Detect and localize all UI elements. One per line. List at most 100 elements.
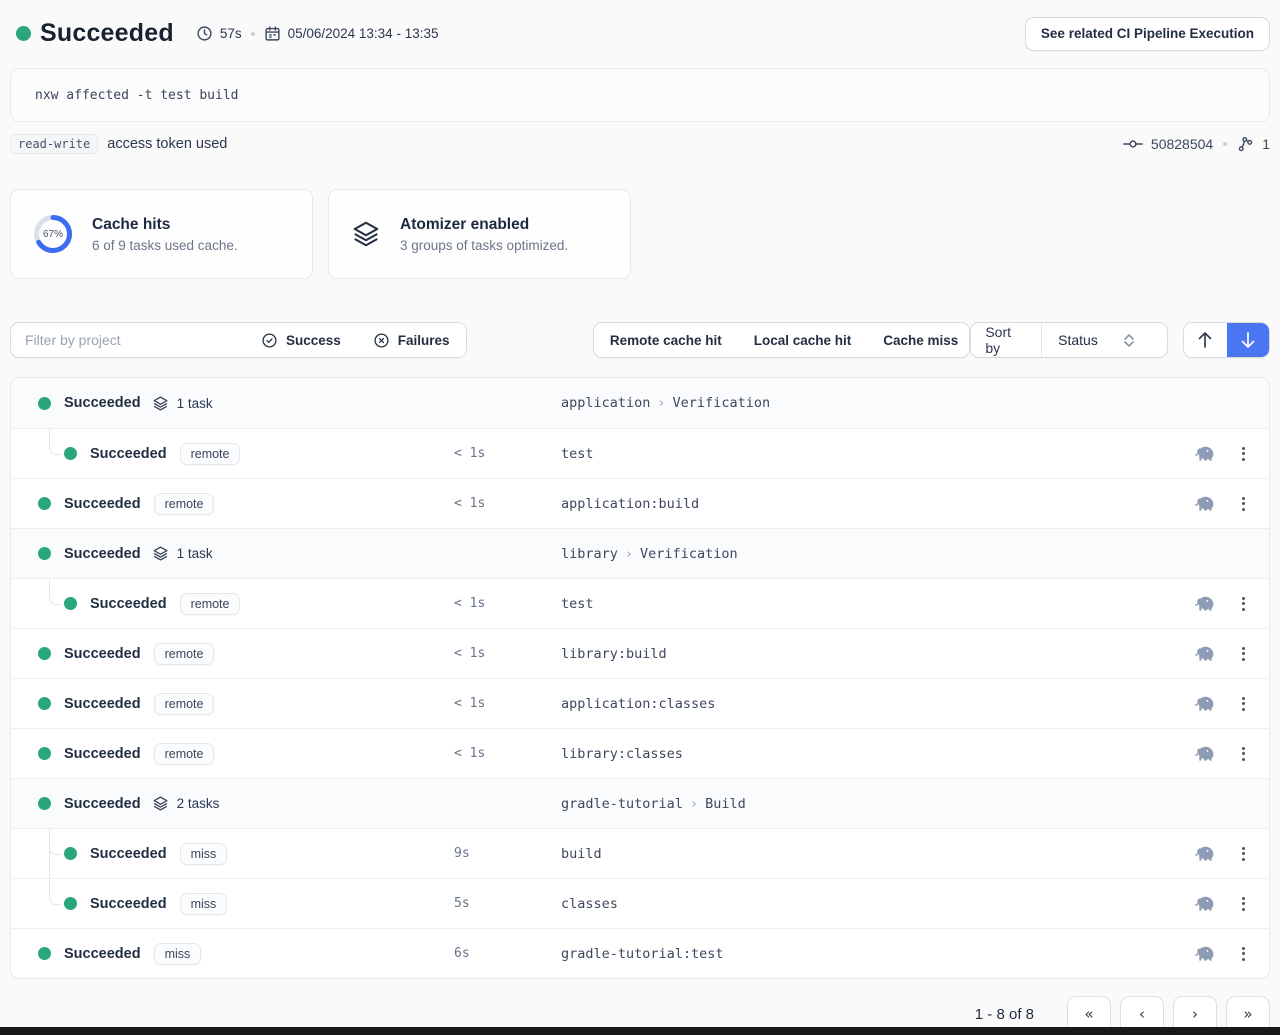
branch-count[interactable]: 1: [1262, 136, 1270, 152]
row-menu-button[interactable]: [1240, 443, 1247, 465]
status-dot: [38, 697, 51, 710]
row-menu-button[interactable]: [1240, 943, 1247, 965]
task-name[interactable]: build: [561, 846, 1194, 862]
sort-ascending-button[interactable]: [1184, 323, 1226, 357]
cache-status-badge: remote: [154, 693, 215, 715]
layers-icon: [152, 795, 169, 812]
task-name[interactable]: application:classes: [561, 696, 1194, 712]
status-dot: [64, 897, 77, 910]
success-filter-button[interactable]: Success: [245, 323, 357, 357]
task-group-row[interactable]: Succeeded 1 task library›Verification: [11, 528, 1269, 578]
atomizer-title: Atomizer enabled: [400, 216, 568, 234]
task-row[interactable]: Succeeded remote < 1s test: [11, 578, 1269, 628]
status-label: Succeeded: [64, 946, 141, 962]
row-menu-button[interactable]: [1240, 643, 1247, 665]
gradle-icon[interactable]: [1194, 895, 1216, 912]
row-menu-button[interactable]: [1240, 743, 1247, 765]
task-duration: < 1s: [454, 646, 561, 661]
chevron-up-icon: [1124, 334, 1134, 340]
success-filter-label: Success: [286, 333, 341, 348]
status-label: Succeeded: [64, 646, 141, 662]
cache-status-badge: remote: [180, 593, 241, 615]
token-row: read-write access token used 50828504 1: [10, 133, 1270, 155]
sort-field-select[interactable]: Status: [1041, 323, 1167, 357]
gradle-icon[interactable]: [1194, 645, 1216, 662]
row-menu-button[interactable]: [1240, 693, 1247, 715]
project-breadcrumb[interactable]: library›Verification: [561, 546, 1247, 562]
gradle-icon[interactable]: [1194, 595, 1216, 612]
status-label: Succeeded: [90, 896, 167, 912]
cache-status-badge: miss: [180, 893, 228, 915]
task-duration: 5s: [454, 896, 561, 911]
access-token-badge: read-write: [10, 134, 98, 154]
project-filter-group: Success Failures: [10, 322, 467, 358]
gradle-icon[interactable]: [1194, 695, 1216, 712]
status-dot: [38, 547, 51, 560]
breadcrumb-separator: ›: [690, 796, 698, 812]
task-row[interactable]: Succeeded remote < 1s library:build: [11, 628, 1269, 678]
see-related-ci-pipeline-button[interactable]: See related CI Pipeline Execution: [1025, 17, 1270, 51]
task-duration: < 1s: [454, 746, 561, 761]
gradle-icon[interactable]: [1194, 495, 1216, 512]
row-menu-button[interactable]: [1240, 593, 1247, 615]
remote-cache-hit-button[interactable]: Remote cache hit: [594, 323, 738, 357]
task-row[interactable]: Succeeded remote < 1s application:classe…: [11, 678, 1269, 728]
gradle-icon[interactable]: [1194, 845, 1216, 862]
cache-status-badge: remote: [180, 443, 241, 465]
task-name[interactable]: library:classes: [561, 746, 1194, 762]
row-menu-button[interactable]: [1240, 893, 1247, 915]
status-label: Succeeded: [64, 796, 141, 812]
task-name[interactable]: test: [561, 446, 1194, 462]
separator-dot: [251, 32, 255, 36]
cache-status-badge: miss: [180, 843, 228, 865]
local-cache-hit-button[interactable]: Local cache hit: [738, 323, 868, 357]
task-row[interactable]: Succeeded remote < 1s application:build: [11, 478, 1269, 528]
bottom-bar: [0, 1027, 1280, 1035]
status-dot: [38, 647, 51, 660]
cache-filter-group: Remote cache hit Local cache hit Cache m…: [593, 322, 970, 358]
task-row[interactable]: Succeeded remote < 1s test: [11, 428, 1269, 478]
task-name[interactable]: gradle-tutorial:test: [561, 946, 1194, 962]
task-row[interactable]: Succeeded miss 9s build: [11, 828, 1269, 878]
status-dot: [16, 26, 31, 41]
task-name[interactable]: application:build: [561, 496, 1194, 512]
run-duration: 57s: [220, 26, 242, 41]
task-count: 1 task: [177, 546, 213, 561]
separator-dot: [1223, 142, 1227, 146]
project-breadcrumb[interactable]: application›Verification: [561, 395, 1247, 411]
filter-by-project-input[interactable]: [11, 323, 245, 357]
task-row[interactable]: Succeeded miss 5s classes: [11, 878, 1269, 928]
commit-id[interactable]: 50828504: [1151, 136, 1213, 152]
pagination-label: 1 - 8 of 8: [975, 1006, 1034, 1023]
status-dot: [64, 847, 77, 860]
row-menu-button[interactable]: [1240, 843, 1247, 865]
tree-connector-line: [49, 829, 50, 878]
filter-toolbar: Success Failures Remote cache hit Local …: [10, 322, 1270, 358]
task-name[interactable]: test: [561, 596, 1194, 612]
chevron-down-icon: [1124, 341, 1134, 347]
task-duration: < 1s: [454, 596, 561, 611]
failures-filter-label: Failures: [398, 333, 450, 348]
check-circle-icon: [261, 332, 278, 349]
row-menu-button[interactable]: [1240, 493, 1247, 515]
cache-hits-progress-ring: 67%: [33, 214, 73, 254]
sort-descending-button[interactable]: [1227, 323, 1269, 357]
gradle-icon[interactable]: [1194, 445, 1216, 462]
task-row[interactable]: Succeeded remote < 1s library:classes: [11, 728, 1269, 778]
failures-filter-button[interactable]: Failures: [357, 323, 466, 357]
task-name[interactable]: library:build: [561, 646, 1194, 662]
status-label: Succeeded: [64, 496, 141, 512]
cache-status-badge: remote: [154, 743, 215, 765]
task-row[interactable]: Succeeded miss 6s gradle-tutorial:test: [11, 928, 1269, 978]
cache-miss-button[interactable]: Cache miss: [867, 323, 970, 357]
task-name[interactable]: classes: [561, 896, 1194, 912]
gradle-icon[interactable]: [1194, 945, 1216, 962]
gradle-icon[interactable]: [1194, 745, 1216, 762]
task-group-row[interactable]: Succeeded 2 tasks gradle-tutorial›Build: [11, 778, 1269, 828]
sort-direction-group: [1183, 322, 1270, 358]
task-group-row[interactable]: Succeeded 1 task application›Verificatio…: [11, 378, 1269, 428]
project-breadcrumb[interactable]: gradle-tutorial›Build: [561, 796, 1247, 812]
status-dot: [38, 747, 51, 760]
task-duration: 9s: [454, 846, 561, 861]
cache-status-badge: miss: [154, 943, 202, 965]
